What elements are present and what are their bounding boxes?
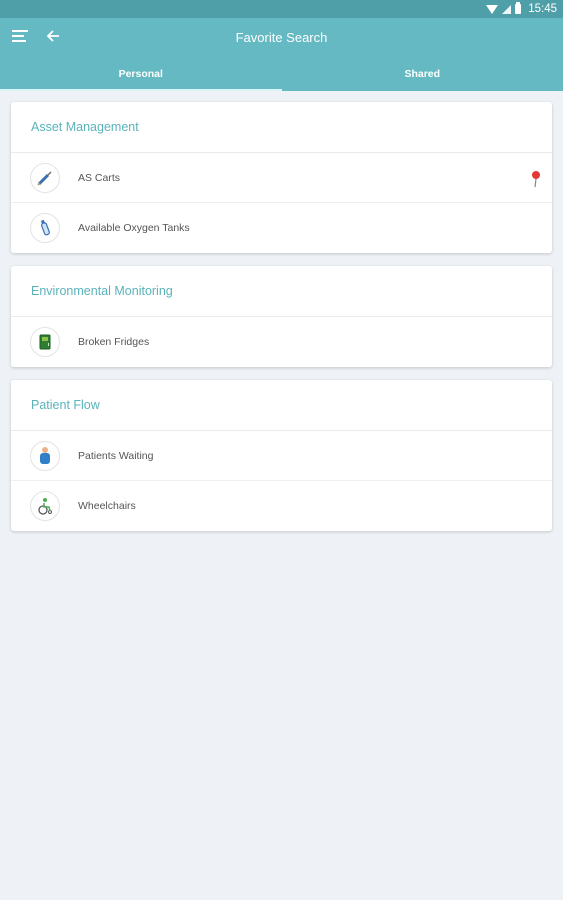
list-item[interactable]: AS Carts <box>11 153 552 203</box>
list-item-label: AS Carts <box>78 171 121 184</box>
list-item-label: Broken Fridges <box>78 336 150 348</box>
signal-icon <box>502 4 512 14</box>
list-item-label: Wheelchairs <box>78 500 136 512</box>
tab-bar: Personal Shared <box>0 65 563 91</box>
group-title: Patient Flow <box>11 380 552 431</box>
battery-icon <box>515 2 522 14</box>
list-item-label: Patients Waiting <box>78 449 154 462</box>
app-bar: Favorite Search Personal Shared <box>0 18 563 91</box>
wheelchair-icon <box>30 491 60 521</box>
pin-icon[interactable] <box>530 170 542 193</box>
wifi-icon <box>486 4 499 14</box>
group-title: Asset Management <box>11 102 552 153</box>
syringe-icon <box>30 162 60 193</box>
group-title: Environmental Monitoring <box>11 266 552 317</box>
group-card-environmental-monitoring: Environmental Monitoring Broken Fridges <box>11 266 552 367</box>
tab-personal[interactable]: Personal <box>0 65 282 91</box>
patient-icon <box>30 440 60 471</box>
status-time: 15:45 <box>528 3 557 15</box>
list-item[interactable]: Patients Waiting <box>11 431 552 481</box>
group-card-asset-management: Asset Management AS Carts Available Oxyg… <box>11 102 552 253</box>
status-bar: 15:45 <box>0 0 563 18</box>
list-item[interactable]: Available Oxygen Tanks <box>11 203 552 253</box>
tab-shared[interactable]: Shared <box>282 65 563 91</box>
oxygen-tank-icon <box>30 213 60 243</box>
list-item[interactable]: Wheelchairs <box>11 481 552 531</box>
list-item-label: Available Oxygen Tanks <box>78 222 190 234</box>
list-item[interactable]: Broken Fridges <box>11 317 552 367</box>
page-title: Favorite Search <box>235 30 328 45</box>
group-card-patient-flow: Patient Flow Patients Waiting Wheelchair… <box>11 380 552 531</box>
fridge-icon <box>30 327 60 357</box>
